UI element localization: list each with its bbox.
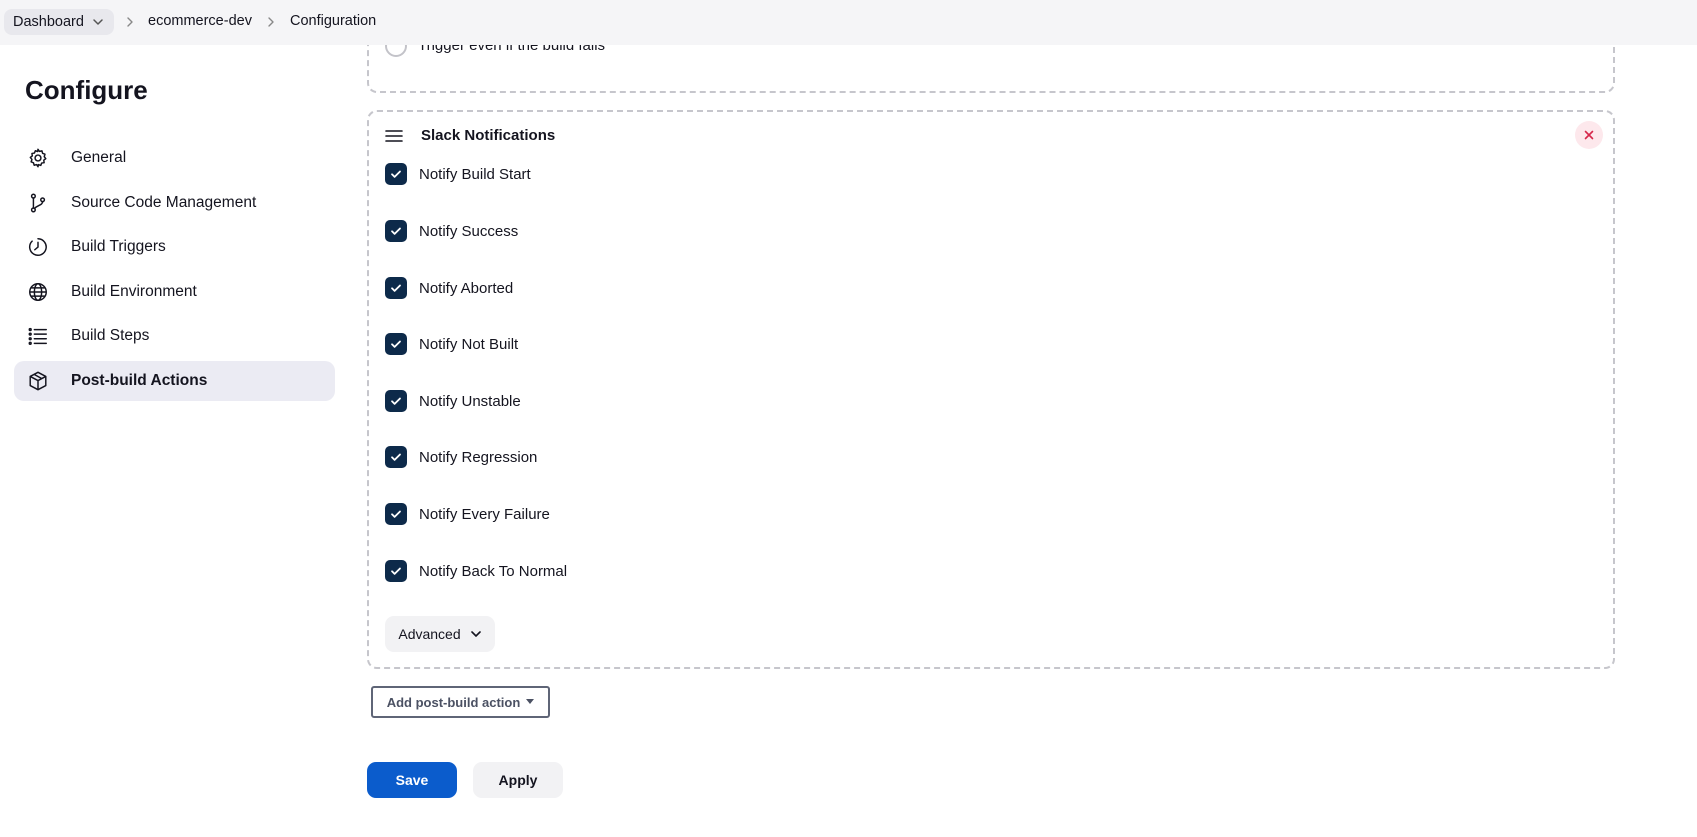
sidebar-item-label: Build Steps [71, 327, 150, 344]
check-icon [391, 453, 401, 461]
chevron-down-icon [470, 631, 481, 637]
notify-aborted-checkbox[interactable] [385, 277, 407, 299]
notify-regression-option: Notify Regression [385, 446, 537, 468]
notify-back-to-normal-checkbox[interactable] [385, 560, 407, 582]
check-icon [391, 567, 401, 575]
check-icon [391, 510, 401, 518]
close-icon [1584, 130, 1594, 140]
add-post-build-action-button[interactable]: Add post-build action [371, 686, 550, 718]
checkbox-label: Notify Every Failure [419, 505, 550, 523]
chevron-right-icon [127, 17, 133, 27]
sidebar-item-build-steps[interactable]: Build Steps [14, 316, 335, 356]
drag-handle-icon[interactable] [385, 129, 403, 143]
checkbox-label: Notify Regression [419, 448, 538, 466]
breadcrumb: Dashboard ecommerce-dev Configuration [0, 0, 1697, 45]
sidebar-item-build-environment[interactable]: Build Environment [14, 272, 335, 312]
checkbox-label: Notify Success [419, 222, 519, 240]
sidebar-item-label: Build Environment [71, 283, 197, 300]
sidebar-item-source-code-management[interactable]: Source Code Management [14, 183, 335, 223]
page-title: Configure [25, 75, 148, 105]
advanced-label: Advanced [398, 626, 461, 642]
chevron-down-icon[interactable] [92, 16, 104, 28]
save-button[interactable]: Save [367, 762, 457, 798]
checkbox-label: Notify Build Start [419, 165, 531, 183]
notify-every-failure-option: Notify Every Failure [385, 503, 550, 525]
checkbox-label: Notify Not Built [419, 335, 519, 353]
gear-icon [27, 147, 49, 169]
sidebar-item-general[interactable]: General [14, 138, 335, 178]
list-icon [27, 325, 49, 347]
globe-icon [27, 281, 49, 303]
breadcrumb-dashboard-label: Dashboard [13, 14, 84, 30]
notify-success-checkbox[interactable] [385, 220, 407, 242]
sidebar-item-label: Post-build Actions [71, 372, 208, 389]
timer-icon [27, 236, 49, 258]
sidebar-item-post-build-actions[interactable]: Post-build Actions [14, 361, 335, 401]
sidebar-item-label: General [71, 149, 127, 166]
checkbox-label: Notify Aborted [419, 279, 514, 297]
sidebar-item-label: Build Triggers [71, 238, 166, 255]
check-icon [391, 170, 401, 178]
remove-section-button[interactable] [1575, 121, 1603, 149]
slack-section-title: Slack Notifications [421, 127, 556, 144]
notify-not-built-option: Notify Not Built [385, 333, 518, 355]
breadcrumb-dashboard[interactable]: Dashboard [4, 9, 114, 35]
notify-regression-checkbox[interactable] [385, 446, 407, 468]
notify-unstable-option: Notify Unstable [385, 390, 521, 412]
chevron-right-icon [268, 17, 274, 27]
breadcrumb-configuration[interactable]: Configuration [290, 13, 376, 29]
notify-not-built-checkbox[interactable] [385, 333, 407, 355]
notify-back-to-normal-option: Notify Back To Normal [385, 560, 567, 582]
package-icon [27, 370, 49, 392]
advanced-button[interactable]: Advanced [385, 616, 495, 652]
checkbox-label: Notify Unstable [419, 392, 521, 410]
apply-button[interactable]: Apply [473, 762, 563, 798]
check-icon [391, 227, 401, 235]
slack-notifications-section [367, 110, 1615, 669]
notify-build-start-checkbox[interactable] [385, 163, 407, 185]
branch-icon [27, 192, 49, 214]
check-icon [391, 284, 401, 292]
sidebar-item-build-triggers[interactable]: Build Triggers [14, 227, 335, 267]
add-post-build-action-label: Add post-build action [386, 694, 521, 710]
caret-down-icon [526, 699, 535, 704]
notify-unstable-checkbox[interactable] [385, 390, 407, 412]
sidebar-item-label: Source Code Management [71, 194, 257, 211]
check-icon [391, 397, 401, 405]
breadcrumb-job[interactable]: ecommerce-dev [148, 13, 252, 29]
notify-build-start-option: Notify Build Start [385, 163, 531, 185]
notify-success-option: Notify Success [385, 220, 518, 242]
checkbox-label: Notify Back To Normal [419, 562, 568, 580]
check-icon [391, 340, 401, 348]
notify-every-failure-checkbox[interactable] [385, 503, 407, 525]
notify-aborted-option: Notify Aborted [385, 277, 513, 299]
